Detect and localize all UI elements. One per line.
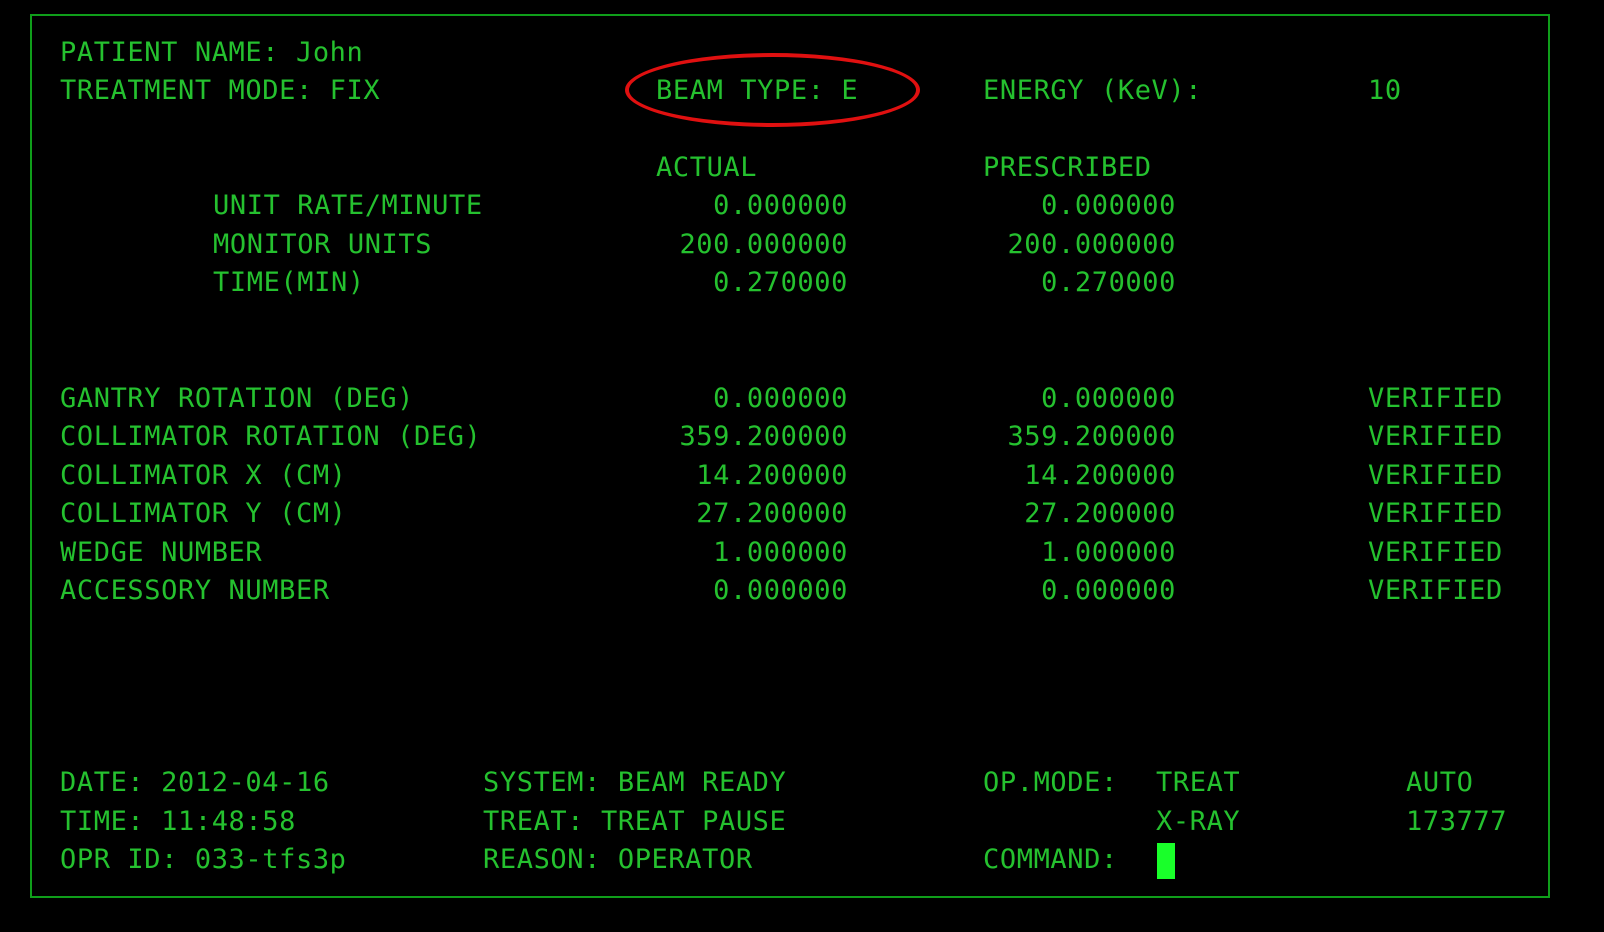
prescribed-value: 0.000000	[1041, 575, 1176, 606]
verified-status: VERIFIED	[1368, 575, 1503, 606]
row-label: ACCESSORY NUMBER	[60, 575, 330, 606]
beam-type-highlight-circle	[625, 53, 920, 127]
xray-mode: X-RAY	[1156, 806, 1241, 837]
row-label: UNIT RATE/MINUTE	[213, 190, 483, 221]
op-mode-label: OP.MODE:	[983, 767, 1118, 798]
actual-value: 359.200000	[679, 421, 848, 452]
verified-status: VERIFIED	[1368, 460, 1503, 491]
prescribed-value: 27.200000	[1024, 498, 1176, 529]
status-code: 173777	[1406, 806, 1508, 837]
actual-value: 0.000000	[713, 575, 848, 606]
row-label: MONITOR UNITS	[213, 229, 433, 260]
actual-value: 0.000000	[713, 383, 848, 414]
verified-status: VERIFIED	[1368, 383, 1503, 414]
actual-value: 0.270000	[713, 267, 848, 298]
prescribed-value: 0.000000	[1041, 190, 1176, 221]
time-readout: TIME: 11:48:58	[60, 806, 296, 837]
actual-value: 1.000000	[713, 537, 848, 568]
actual-column-header: ACTUAL	[656, 152, 758, 183]
terminal-screen	[30, 14, 1550, 898]
treat-status: TREAT: TREAT PAUSE	[483, 806, 787, 837]
prescribed-value: 359.200000	[1007, 421, 1176, 452]
verified-status: VERIFIED	[1368, 421, 1503, 452]
energy-value: 10	[1368, 75, 1402, 106]
treatment-mode: TREATMENT MODE: FIX	[60, 75, 381, 106]
row-label: COLLIMATOR X (CM)	[60, 460, 347, 491]
system-status: SYSTEM: BEAM READY	[483, 767, 787, 798]
row-label: WEDGE NUMBER	[60, 537, 263, 568]
actual-value: 14.200000	[696, 460, 848, 491]
actual-value: 27.200000	[696, 498, 848, 529]
command-label: COMMAND:	[983, 844, 1118, 875]
prescribed-value: 200.000000	[1007, 229, 1176, 260]
energy-label: ENERGY (KeV):	[983, 75, 1203, 106]
date-readout: DATE: 2012-04-16	[60, 767, 330, 798]
prescribed-value: 0.270000	[1041, 267, 1176, 298]
actual-value: 200.000000	[679, 229, 848, 260]
row-label: COLLIMATOR Y (CM)	[60, 498, 347, 529]
prescribed-value: 14.200000	[1024, 460, 1176, 491]
verified-status: VERIFIED	[1368, 498, 1503, 529]
row-label: GANTRY ROTATION (DEG)	[60, 383, 414, 414]
op-mode-value: TREAT	[1156, 767, 1241, 798]
prescribed-value: 0.000000	[1041, 383, 1176, 414]
operator-id: OPR ID: 033-tfs3p	[60, 844, 347, 875]
reason-status: REASON: OPERATOR	[483, 844, 753, 875]
prescribed-column-header: PRESCRIBED	[983, 152, 1152, 183]
verified-status: VERIFIED	[1368, 537, 1503, 568]
auto-mode: AUTO	[1406, 767, 1474, 798]
row-label: TIME(MIN)	[213, 267, 365, 298]
prescribed-value: 1.000000	[1041, 537, 1176, 568]
actual-value: 0.000000	[713, 190, 848, 221]
row-label: COLLIMATOR ROTATION (DEG)	[60, 421, 482, 452]
command-input-cursor[interactable]	[1157, 843, 1175, 879]
patient-name: PATIENT NAME: John	[60, 37, 364, 68]
